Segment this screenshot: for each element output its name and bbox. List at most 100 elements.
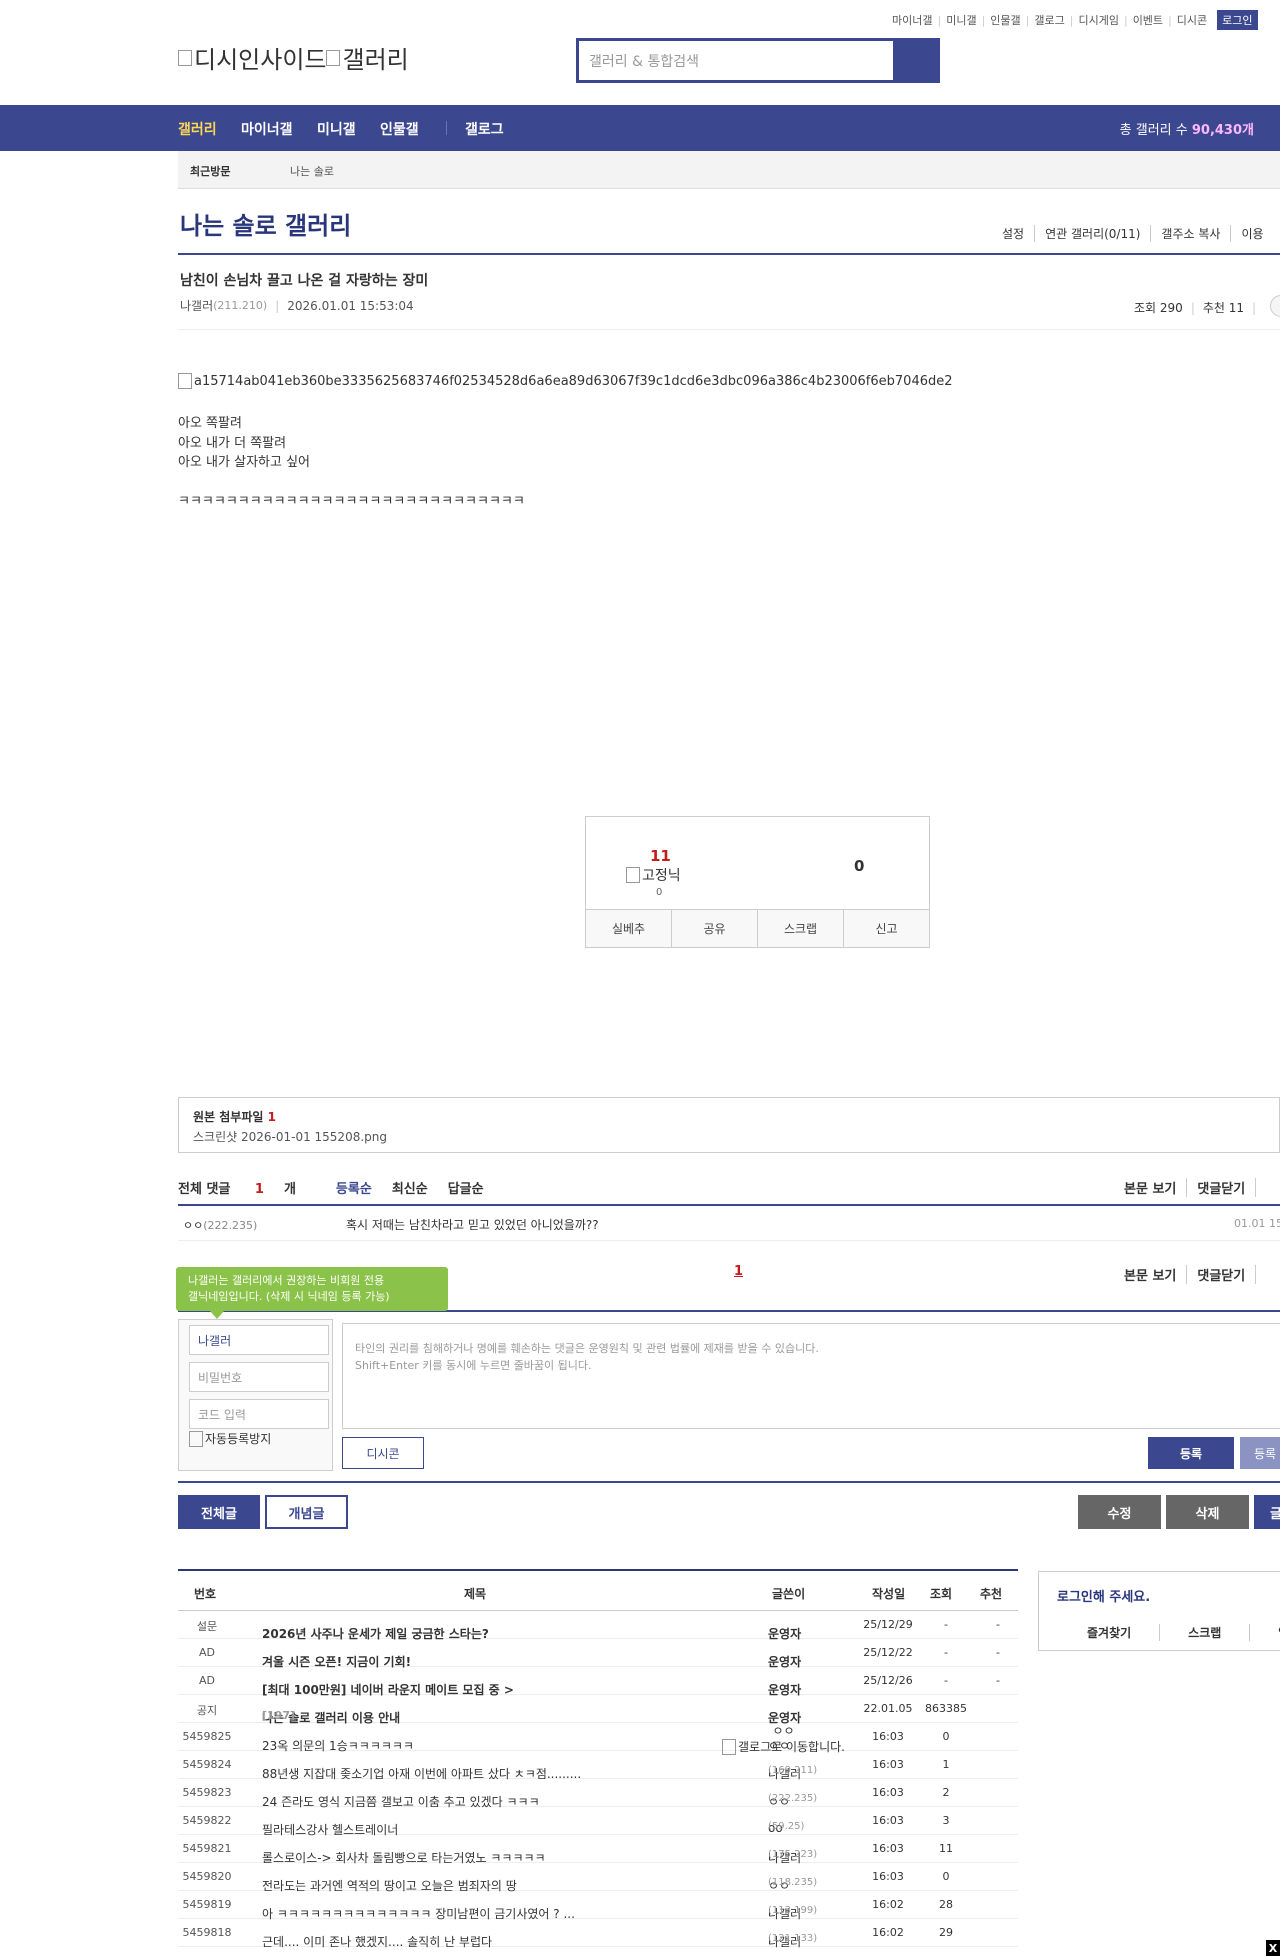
row-number: 공지 xyxy=(196,1704,218,1717)
top-link-dccon[interactable]: 디시콘 xyxy=(1177,12,1207,28)
comment-header: 전체 댓글 1개 등록순 최신순 답글순 xyxy=(178,1178,504,1197)
login-button[interactable]: 로그인 xyxy=(1217,10,1258,30)
row-date: 16:02 xyxy=(872,1898,904,1911)
divider xyxy=(178,1481,1280,1483)
close-comments-button[interactable]: 댓글닫기 xyxy=(1186,1178,1255,1197)
comment-author[interactable]: ㅇㅇ(222.235) xyxy=(183,1217,257,1233)
related-galleries[interactable]: 연관 갤러리(0/11) xyxy=(1034,225,1150,242)
row-date: 16:03 xyxy=(872,1842,904,1855)
vote-box: 11 고정닉 0 0 실베추 공유 스크랩 신고 xyxy=(585,816,930,948)
row-date: 25/12/29 xyxy=(863,1618,913,1631)
notifications-link[interactable]: 알림 xyxy=(1249,1624,1280,1641)
broken-image-icon xyxy=(178,373,192,389)
comment-total: 전체 댓글 1개 xyxy=(178,1182,296,1197)
row-views: 2 xyxy=(942,1786,950,1799)
col-views: 조회 xyxy=(930,1587,953,1601)
login-box: 로그인해 주세요. 즐겨찾기 스크랩 알림 xyxy=(1038,1571,1280,1651)
downvote-count[interactable]: 0 xyxy=(854,857,864,875)
dccon-button[interactable]: 디시콘 xyxy=(342,1437,424,1469)
search-input[interactable]: 갤러리 & 통합검색 xyxy=(579,41,893,80)
broken-image-icon xyxy=(626,867,640,883)
view-post-button[interactable]: 본문 보기 xyxy=(1124,1178,1186,1197)
sort-latest[interactable]: 최신순 xyxy=(392,1178,428,1197)
comment-date: 01.01 15 xyxy=(1234,1217,1280,1230)
login-box-menu: 즐겨찾기 스크랩 알림 xyxy=(1039,1624,1280,1641)
post-line: ㅋㅋㅋㅋㅋㅋㅋㅋㅋㅋㅋㅋㅋㅋㅋㅋㅋㅋㅋㅋㅋㅋㅋㅋㅋㅋㅋㅋㅋ xyxy=(178,494,525,509)
nav-person[interactable]: 인물갤 xyxy=(380,119,419,139)
upvote-count[interactable]: 11 xyxy=(650,847,671,865)
gallery-settings[interactable]: 설정 xyxy=(1002,225,1034,242)
recent-label: 최근방문 xyxy=(190,165,231,178)
nav-mini[interactable]: 미니갤 xyxy=(317,119,356,139)
write-button[interactable]: 글 xyxy=(1254,1495,1280,1529)
row-number: 5459821 xyxy=(182,1842,232,1855)
table-row: 5459825 23옥 의문의 1승ㅋㅋㅋㅋㅋㅋ ㅇㅇ 16:03 0 xyxy=(178,1723,1018,1753)
comment-textarea[interactable]: 타인의 권리를 침해하거나 명예를 훼손하는 댓글은 운영원칙 및 관련 법률에… xyxy=(342,1323,1280,1429)
row-views: 0 xyxy=(942,1870,950,1883)
all-posts-button[interactable]: 전체글 xyxy=(178,1495,260,1529)
nav-gallery[interactable]: 갤러리 xyxy=(178,119,217,139)
table-row: 5459822 필라테스강사 헬스트레이너 oo (59.25) 16:03 3 xyxy=(178,1807,1018,1837)
fixed-nick-image: 고정닉 xyxy=(626,865,681,885)
edit-button[interactable]: 수정 xyxy=(1078,1495,1161,1529)
password-field[interactable]: 비밀번호 xyxy=(189,1362,329,1392)
submit-comment-button-2[interactable]: 등록 xyxy=(1240,1437,1280,1469)
top-link-person[interactable]: 인물갤 xyxy=(990,12,1020,28)
login-prompt[interactable]: 로그인해 주세요. xyxy=(1057,1586,1150,1605)
concept-posts-button[interactable]: 개념글 xyxy=(265,1495,348,1529)
top-link-event[interactable]: 이벤트 xyxy=(1133,12,1163,28)
col-writer: 글쓴이 xyxy=(772,1587,806,1601)
scrap-link[interactable]: 스크랩 xyxy=(1159,1624,1249,1641)
post-author[interactable]: 나갤러 xyxy=(180,297,213,314)
nav-gallog[interactable]: 갤로그 xyxy=(465,119,504,139)
search-box: 갤러리 & 통합검색 xyxy=(576,38,940,83)
divider xyxy=(178,329,1280,330)
post-author-ip: (211.210) xyxy=(213,299,268,312)
row-number: 5459822 xyxy=(182,1814,232,1827)
attach-file[interactable]: 스크린샷 2026-01-01 155208.png xyxy=(193,1128,387,1145)
submit-comment-button[interactable]: 등록 xyxy=(1148,1437,1234,1469)
logo[interactable]: 디시인사이드 갤러리 xyxy=(178,40,409,75)
row-recommend: - xyxy=(996,1646,1000,1659)
copy-gallery-url[interactable]: 갤주소 복사 xyxy=(1150,225,1230,242)
close-icon[interactable]: X xyxy=(1266,1940,1280,1956)
sort-registered[interactable]: 등록순 xyxy=(336,1178,372,1197)
divider xyxy=(178,253,1280,255)
col-title: 제목 xyxy=(464,1587,487,1601)
row-date: 16:03 xyxy=(872,1758,904,1771)
sort-replies[interactable]: 답글순 xyxy=(448,1178,484,1197)
row-views: - xyxy=(944,1674,948,1687)
view-post-button[interactable]: 본문 보기 xyxy=(1124,1265,1186,1284)
post-title: 남친이 손님차 끌고 나온 걸 자랑하는 장미 xyxy=(180,273,429,289)
nav-minor[interactable]: 마이너갤 xyxy=(241,119,293,139)
favorites-link[interactable]: 즐겨찾기 xyxy=(1039,1624,1159,1641)
best-recommend-button[interactable]: 실베추 xyxy=(586,910,671,947)
close-comments-button[interactable]: 댓글닫기 xyxy=(1186,1265,1255,1284)
gallery-usage[interactable]: 이용 xyxy=(1230,225,1273,242)
post-image[interactable]: a15714ab041eb360be3335625683746f02534528… xyxy=(178,373,953,389)
gallog-tooltip[interactable]: ㅇㅇ 갤로그로 이동합니다. xyxy=(722,1723,845,1755)
col-date: 작성일 xyxy=(872,1587,906,1601)
captcha-code-field[interactable]: 코드 입력 xyxy=(189,1399,329,1429)
top-link-game[interactable]: 디시게임 xyxy=(1078,12,1118,28)
table-row: 5459819 아 ㅋㅋㅋㅋㅋㅋㅋㅋㅋㅋㅋㅋㅋㅋ 장미남편이 금기사였어 ? ..… xyxy=(178,1891,1018,1921)
top-link-minor[interactable]: 마이너갤 xyxy=(892,12,932,28)
scrap-button[interactable]: 스크랩 xyxy=(757,910,843,947)
nickname-field[interactable]: 나갤러 xyxy=(189,1325,329,1355)
comment-page-1[interactable]: 1 xyxy=(734,1264,743,1279)
top-link-gallog[interactable]: 갤로그 xyxy=(1034,12,1064,28)
recent-gallery-link[interactable]: 나는 솔로 xyxy=(290,163,334,179)
col-number: 번호 xyxy=(194,1587,217,1601)
gallery-title[interactable]: 나는 솔로 갤러리 xyxy=(180,206,351,241)
gallery-count: 총 갤러리 수 90,430개 xyxy=(1119,123,1254,138)
row-views: 863385 xyxy=(925,1702,967,1715)
post-image-alt: a15714ab041eb360be3335625683746f02534528… xyxy=(194,373,953,389)
search-button[interactable] xyxy=(893,41,937,80)
report-button[interactable]: 신고 xyxy=(843,910,929,947)
share-button[interactable]: 공유 xyxy=(671,910,757,947)
top-link-mini[interactable]: 미니갤 xyxy=(946,12,976,28)
row-number: 5459823 xyxy=(182,1786,232,1799)
comment-count-circle[interactable] xyxy=(1270,295,1280,317)
delete-button[interactable]: 삭제 xyxy=(1166,1495,1249,1529)
table-row: 5459820 전라도는 과거엔 역적의 땅이고 오늘은 범죄자의 땅 ㅇㅇ (11… xyxy=(178,1863,1018,1893)
